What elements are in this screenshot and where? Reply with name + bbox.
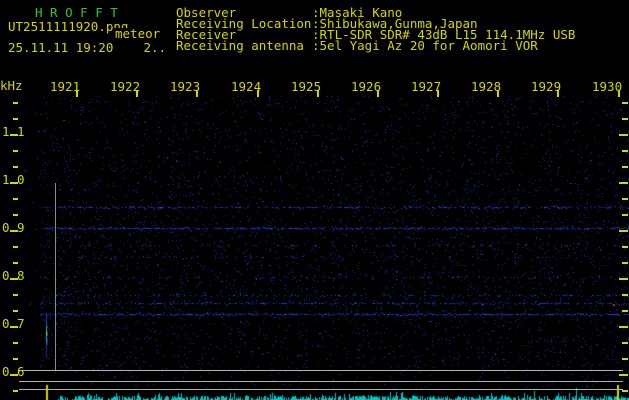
capture-filename: UT2511111920.png	[8, 19, 129, 34]
bottom-row-divider	[19, 389, 623, 390]
x-axis-tick	[136, 90, 138, 97]
y-axis-right-major-tick	[619, 326, 628, 328]
y-axis-right-minor-tick	[622, 390, 628, 392]
hrofft-window: H R O F F T UT2511111920.png meteor 25.1…	[0, 0, 629, 400]
y-axis-right-minor-tick	[622, 198, 628, 200]
y-axis-right-minor-tick	[622, 310, 628, 312]
x-axis-tick	[497, 90, 499, 97]
y-axis-right-minor-tick	[622, 262, 628, 264]
y-axis-unit-label: kHz	[0, 78, 23, 93]
bottom-row-divider	[19, 381, 623, 382]
y-axis-minor-tick	[13, 102, 18, 104]
bottom-row-divider	[19, 370, 623, 371]
x-axis-tick	[557, 90, 559, 97]
y-axis-minor-tick	[13, 150, 18, 152]
y-axis-right-minor-tick	[622, 342, 628, 344]
y-axis-right-minor-tick	[622, 150, 628, 152]
y-axis-minor-tick	[13, 390, 18, 392]
x-axis-tick	[196, 90, 198, 97]
y-axis-right-major-tick	[619, 182, 628, 184]
y-axis-major-tick	[10, 278, 18, 280]
x-axis-tick	[618, 90, 620, 97]
receiving-antenna-value: :5el Yagi Az 20 for Aomori VOR	[312, 38, 538, 53]
y-axis-minor-tick	[13, 198, 18, 200]
y-axis-right-major-tick	[619, 374, 628, 376]
receiving-antenna-label: Receiving antenna	[176, 38, 304, 53]
y-axis-minor-tick	[13, 118, 18, 120]
x-axis-tick	[317, 90, 319, 97]
y-axis-minor-tick	[13, 310, 18, 312]
y-axis-right-minor-tick	[622, 246, 628, 248]
y-axis-major-tick	[10, 374, 18, 376]
y-axis-right-major-tick	[619, 278, 628, 280]
y-axis-major-tick	[10, 230, 18, 232]
y-axis-minor-tick	[13, 166, 18, 168]
y-axis-minor-tick	[13, 214, 18, 216]
y-axis-minor-tick	[13, 262, 18, 264]
y-axis-right-minor-tick	[622, 118, 628, 120]
plot-left-border	[55, 183, 56, 370]
y-axis-minor-tick	[13, 342, 18, 344]
x-axis-tick	[257, 90, 259, 97]
y-axis-right-minor-tick	[622, 102, 628, 104]
app-title: H R O F F T	[35, 5, 118, 20]
y-axis-major-tick	[10, 182, 18, 184]
y-axis-right-major-tick	[619, 230, 628, 232]
x-axis-tick	[76, 90, 78, 97]
y-axis-right-major-tick	[619, 134, 628, 136]
observation-name: meteor	[114, 26, 161, 41]
y-axis-right-minor-tick	[622, 166, 628, 168]
y-axis-minor-tick	[13, 358, 18, 360]
y-axis-major-tick	[10, 326, 18, 328]
datetime-counter: 25.11.11 19:20 2..	[8, 40, 167, 55]
y-axis-right-minor-tick	[622, 294, 628, 296]
x-axis-tick	[377, 90, 379, 97]
y-axis-minor-tick	[13, 294, 18, 296]
y-axis-right-minor-tick	[622, 214, 628, 216]
spectrogram-canvas	[0, 0, 629, 400]
x-axis-tick	[437, 90, 439, 97]
y-axis-minor-tick	[13, 246, 18, 248]
y-axis-right-minor-tick	[622, 358, 628, 360]
y-axis-major-tick	[10, 134, 18, 136]
